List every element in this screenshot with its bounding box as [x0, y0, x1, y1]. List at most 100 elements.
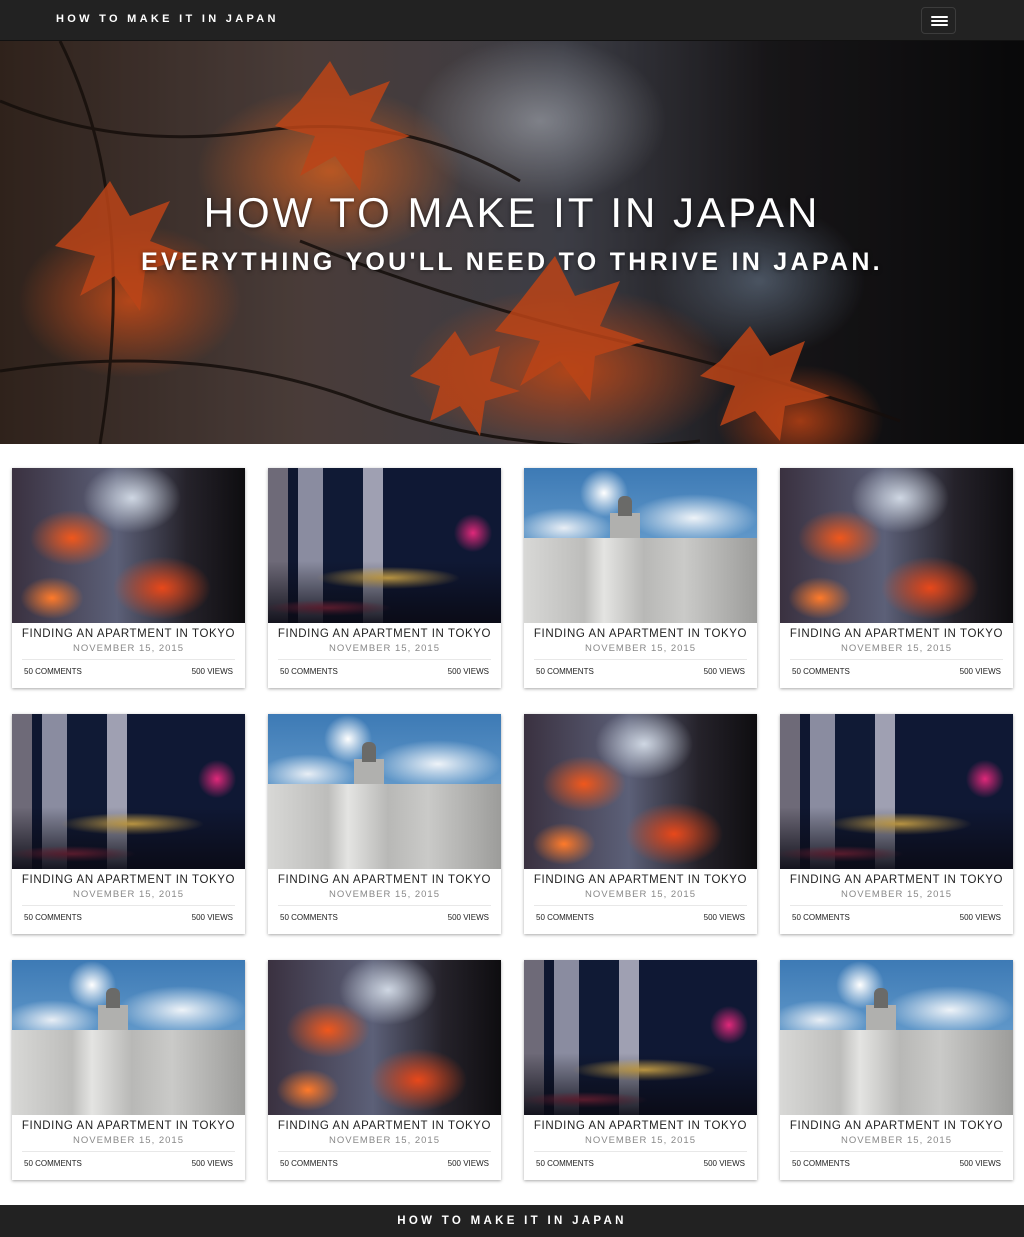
divider [534, 905, 747, 906]
footer: HOW TO MAKE IT IN JAPAN [0, 1205, 1024, 1237]
post-comments-count[interactable]: 50 COMMENTS [536, 1159, 594, 1168]
post-title[interactable]: FINDING AN APARTMENT IN TOKYO [524, 874, 757, 886]
post-comments-count[interactable]: 50 COMMENTS [24, 667, 82, 676]
hamburger-menu-icon[interactable] [921, 7, 956, 34]
post-title[interactable]: FINDING AN APARTMENT IN TOKYO [268, 1120, 501, 1132]
menu-bar [931, 16, 948, 18]
post-date: NOVEMBER 15, 2015 [841, 1135, 952, 1146]
post-date: NOVEMBER 15, 2015 [841, 889, 952, 900]
post-thumbnail-night-city[interactable] [780, 714, 1013, 869]
post-thumbnail-cloudy-building[interactable] [268, 714, 501, 869]
post-title[interactable]: FINDING AN APARTMENT IN TOKYO [268, 874, 501, 886]
post-views-count: 500 VIEWS [191, 913, 233, 922]
building-bldg [524, 538, 757, 623]
post-card[interactable]: FINDING AN APARTMENT IN TOKYO NOVEMBER 1… [12, 468, 245, 688]
post-comments-count[interactable]: 50 COMMENTS [280, 667, 338, 676]
post-title[interactable]: FINDING AN APARTMENT IN TOKYO [780, 1120, 1013, 1132]
post-views-count: 500 VIEWS [959, 1159, 1001, 1168]
post-card[interactable]: FINDING AN APARTMENT IN TOKYO NOVEMBER 1… [524, 960, 757, 1180]
post-views-count: 500 VIEWS [703, 1159, 745, 1168]
post-card[interactable]: FINDING AN APARTMENT IN TOKYO NOVEMBER 1… [268, 714, 501, 934]
post-views-count: 500 VIEWS [959, 667, 1001, 676]
post-views-count: 500 VIEWS [191, 1159, 233, 1168]
menu-bar [931, 24, 948, 26]
navbar: HOW TO MAKE IT IN JAPAN [0, 0, 1024, 41]
hero-title: HOW TO MAKE IT IN JAPAN [203, 189, 821, 236]
post-title[interactable]: FINDING AN APARTMENT IN TOKYO [780, 874, 1013, 886]
post-views-count: 500 VIEWS [447, 1159, 489, 1168]
post-thumbnail-night-city[interactable] [268, 468, 501, 623]
post-date: NOVEMBER 15, 2015 [329, 643, 440, 654]
hero-subtitle: EVERYTHING YOU'LL NEED TO THRIVE IN JAPA… [141, 248, 883, 276]
post-views-count: 500 VIEWS [447, 667, 489, 676]
post-comments-count[interactable]: 50 COMMENTS [536, 913, 594, 922]
post-card[interactable]: FINDING AN APARTMENT IN TOKYO NOVEMBER 1… [268, 960, 501, 1180]
post-title[interactable]: FINDING AN APARTMENT IN TOKYO [524, 628, 757, 640]
post-comments-count[interactable]: 50 COMMENTS [792, 913, 850, 922]
post-card[interactable]: FINDING AN APARTMENT IN TOKYO NOVEMBER 1… [780, 714, 1013, 934]
divider [278, 905, 491, 906]
divider [534, 1151, 747, 1152]
post-thumbnail-maple-leaves[interactable] [268, 960, 501, 1115]
building-statue [874, 988, 888, 1008]
post-comments-count[interactable]: 50 COMMENTS [280, 913, 338, 922]
post-thumbnail-cloudy-building[interactable] [524, 468, 757, 623]
post-card[interactable]: FINDING AN APARTMENT IN TOKYO NOVEMBER 1… [780, 960, 1013, 1180]
post-views-count: 500 VIEWS [959, 913, 1001, 922]
post-views-count: 500 VIEWS [191, 667, 233, 676]
hero-banner: HOW TO MAKE IT IN JAPAN EVERYTHING YOU'L… [0, 41, 1024, 444]
post-card[interactable]: FINDING AN APARTMENT IN TOKYO NOVEMBER 1… [524, 468, 757, 688]
post-title[interactable]: FINDING AN APARTMENT IN TOKYO [12, 628, 245, 640]
post-title[interactable]: FINDING AN APARTMENT IN TOKYO [12, 874, 245, 886]
divider [22, 905, 235, 906]
post-comments-count[interactable]: 50 COMMENTS [792, 667, 850, 676]
hero-overlay [0, 41, 1024, 444]
post-title[interactable]: FINDING AN APARTMENT IN TOKYO [524, 1120, 757, 1132]
post-date: NOVEMBER 15, 2015 [585, 889, 696, 900]
post-thumbnail-night-city[interactable] [12, 714, 245, 869]
building-bldg [12, 1030, 245, 1115]
post-date: NOVEMBER 15, 2015 [73, 1135, 184, 1146]
divider [278, 1151, 491, 1152]
post-card[interactable]: FINDING AN APARTMENT IN TOKYO NOVEMBER 1… [780, 468, 1013, 688]
post-card[interactable]: FINDING AN APARTMENT IN TOKYO NOVEMBER 1… [524, 714, 757, 934]
building-statue [618, 496, 632, 516]
brand-link[interactable]: HOW TO MAKE IT IN JAPAN [56, 13, 279, 25]
post-comments-count[interactable]: 50 COMMENTS [792, 1159, 850, 1168]
post-date: NOVEMBER 15, 2015 [73, 889, 184, 900]
building-bldg [780, 1030, 1013, 1115]
post-grid: FINDING AN APARTMENT IN TOKYO NOVEMBER 1… [12, 468, 1013, 1180]
divider [278, 659, 491, 660]
post-card[interactable]: FINDING AN APARTMENT IN TOKYO NOVEMBER 1… [12, 960, 245, 1180]
divider [534, 659, 747, 660]
post-title[interactable]: FINDING AN APARTMENT IN TOKYO [780, 628, 1013, 640]
post-views-count: 500 VIEWS [703, 667, 745, 676]
menu-bar [931, 20, 948, 22]
divider [790, 905, 1003, 906]
post-comments-count[interactable]: 50 COMMENTS [536, 667, 594, 676]
post-thumbnail-maple-leaves[interactable] [780, 468, 1013, 623]
post-date: NOVEMBER 15, 2015 [585, 1135, 696, 1146]
post-date: NOVEMBER 15, 2015 [73, 643, 184, 654]
post-title[interactable]: FINDING AN APARTMENT IN TOKYO [268, 628, 501, 640]
divider [790, 1151, 1003, 1152]
post-thumbnail-maple-leaves[interactable] [12, 468, 245, 623]
post-card[interactable]: FINDING AN APARTMENT IN TOKYO NOVEMBER 1… [12, 714, 245, 934]
post-title[interactable]: FINDING AN APARTMENT IN TOKYO [12, 1120, 245, 1132]
post-thumbnail-cloudy-building[interactable] [12, 960, 245, 1115]
post-thumbnail-cloudy-building[interactable] [780, 960, 1013, 1115]
post-date: NOVEMBER 15, 2015 [329, 1135, 440, 1146]
post-date: NOVEMBER 15, 2015 [329, 889, 440, 900]
divider [22, 659, 235, 660]
footer-text: HOW TO MAKE IT IN JAPAN [397, 1215, 627, 1227]
post-thumbnail-night-city[interactable] [524, 960, 757, 1115]
post-comments-count[interactable]: 50 COMMENTS [24, 913, 82, 922]
post-thumbnail-maple-leaves[interactable] [524, 714, 757, 869]
post-views-count: 500 VIEWS [447, 913, 489, 922]
divider [22, 1151, 235, 1152]
post-comments-count[interactable]: 50 COMMENTS [24, 1159, 82, 1168]
post-card[interactable]: FINDING AN APARTMENT IN TOKYO NOVEMBER 1… [268, 468, 501, 688]
post-comments-count[interactable]: 50 COMMENTS [280, 1159, 338, 1168]
building-statue [106, 988, 120, 1008]
building-statue [362, 742, 376, 762]
